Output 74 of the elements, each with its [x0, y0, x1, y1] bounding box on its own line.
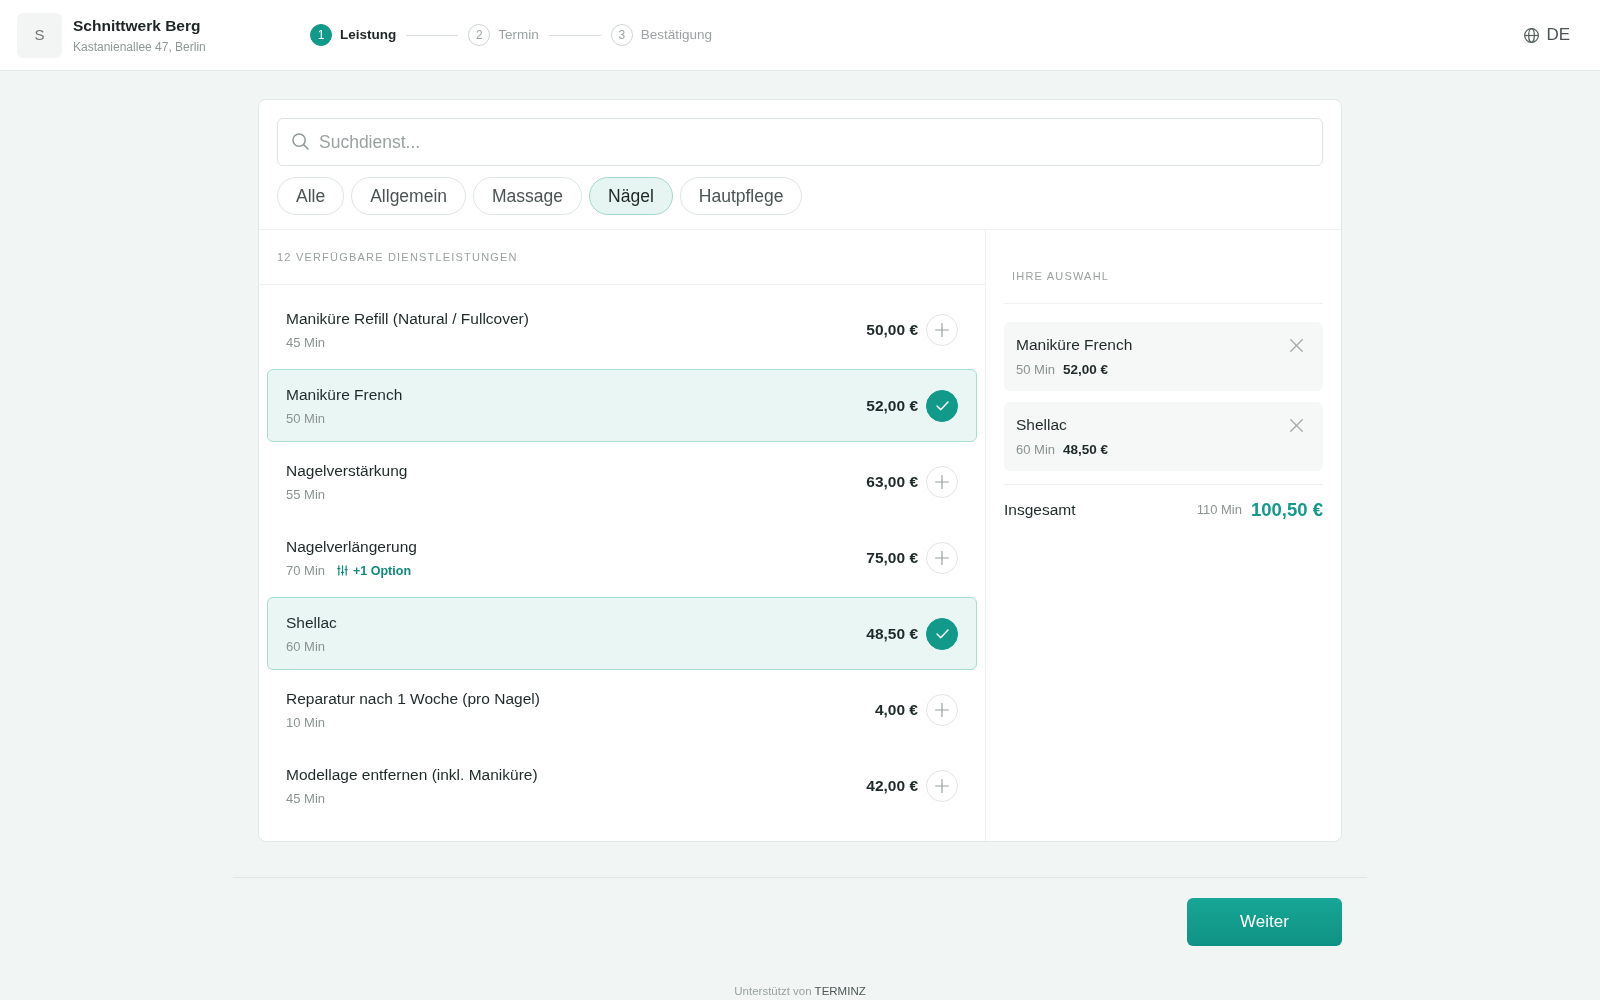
service-name: Shellac [1016, 415, 1068, 435]
service-duration: 50 Min [1016, 362, 1056, 377]
total-label: Insgesamt [1004, 500, 1077, 520]
selected-button[interactable] [926, 389, 958, 422]
category-chip[interactable]: Allgemein [351, 177, 467, 215]
brand-link[interactable]: TERMINZ [814, 985, 866, 997]
service-price: 4,00 € [874, 699, 918, 720]
service-duration: 60 Min [1016, 442, 1056, 457]
total-price: 100,50 € [1251, 499, 1323, 521]
selected-service-row[interactable]: Shellac 60 Min 48,50 € [267, 597, 977, 670]
service-price: 48,50 € [866, 623, 918, 644]
service-price: 52,00 € [1063, 362, 1109, 377]
add-button[interactable] [926, 541, 958, 574]
add-button[interactable] [926, 313, 958, 346]
section-heading: 12 VERFÜGBARE DIENSTLEISTUNGEN [277, 250, 518, 265]
business-name: Schnittwerk Berg [73, 15, 202, 36]
plus-icon [935, 322, 949, 337]
service-price: 50,00 € [866, 319, 918, 340]
add-button[interactable] [926, 769, 958, 802]
service-duration: 60 Min [286, 637, 326, 656]
service-duration: 70 Min [286, 561, 326, 580]
service-name: Nagelverstärkung [286, 460, 409, 481]
service-duration: 55 Min [286, 485, 326, 504]
powered-by-note: Unterstützt von TERMINZ [734, 984, 866, 998]
service-duration: 50 Min [286, 409, 326, 428]
plus-icon [935, 702, 949, 717]
service-price: 42,00 € [866, 775, 918, 796]
check-icon [935, 400, 949, 411]
selected-button[interactable] [926, 617, 958, 650]
plus-icon [935, 778, 949, 793]
step-number: 3 [610, 24, 633, 46]
service-name: Maniküre French [1016, 335, 1134, 355]
step-label: Leistung [340, 25, 397, 44]
business-address: Kastanienallee 47, Berlin [73, 38, 206, 55]
total-duration: 110 Min [1196, 501, 1242, 519]
service-name: Shellac [286, 612, 338, 633]
add-button[interactable] [926, 693, 958, 726]
service-duration: 45 Min [286, 789, 326, 808]
service-name: Maniküre Refill (Natural / Fullcover) [286, 308, 530, 329]
sliders-icon [337, 565, 349, 576]
selected-service-row[interactable]: Maniküre French 50 Min 52,00 € [267, 369, 977, 442]
search-field[interactable]: Suchdienst... [277, 118, 1323, 166]
service-name: Maniküre French [286, 384, 404, 405]
business-initial: S [17, 12, 62, 58]
category-chip[interactable]: Alle [277, 177, 345, 215]
step-number: 2 [468, 24, 491, 46]
plus-icon [935, 474, 949, 489]
service-price: 63,00 € [866, 471, 918, 492]
step-label: Bestätigung [640, 25, 713, 44]
step-number: 1 [310, 24, 332, 46]
service-price: 48,50 € [1063, 442, 1109, 457]
category-chip[interactable]: Hautpflege [679, 177, 803, 215]
add-button[interactable] [926, 465, 958, 498]
service-name: Modellage entfernen (inkl. Maniküre) [286, 764, 539, 785]
remove-button[interactable] [1290, 339, 1303, 352]
step-label: Termin [498, 25, 539, 44]
close-icon [1290, 339, 1303, 352]
remove-button[interactable] [1290, 419, 1303, 432]
service-name: Nagelverlängerung [286, 536, 418, 557]
category-chip[interactable]: Massage [473, 177, 583, 215]
service-duration: 45 Min [286, 333, 326, 352]
category-chip[interactable]: Nägel [589, 177, 673, 215]
close-icon [1290, 419, 1303, 432]
service-price: 75,00 € [866, 547, 918, 568]
search-icon [292, 133, 309, 150]
section-heading: IHRE AUSWAHL [1012, 270, 1110, 282]
service-name: Reparatur nach 1 Woche (pro Nagel) [286, 688, 541, 709]
check-icon [935, 628, 949, 639]
language-button[interactable]: DE [1524, 22, 1570, 48]
service-price: 52,00 € [866, 395, 918, 416]
globe-icon [1524, 27, 1540, 43]
plus-icon [935, 550, 949, 565]
option-link[interactable]: +1 Option [337, 561, 412, 580]
service-duration: 10 Min [286, 713, 326, 732]
